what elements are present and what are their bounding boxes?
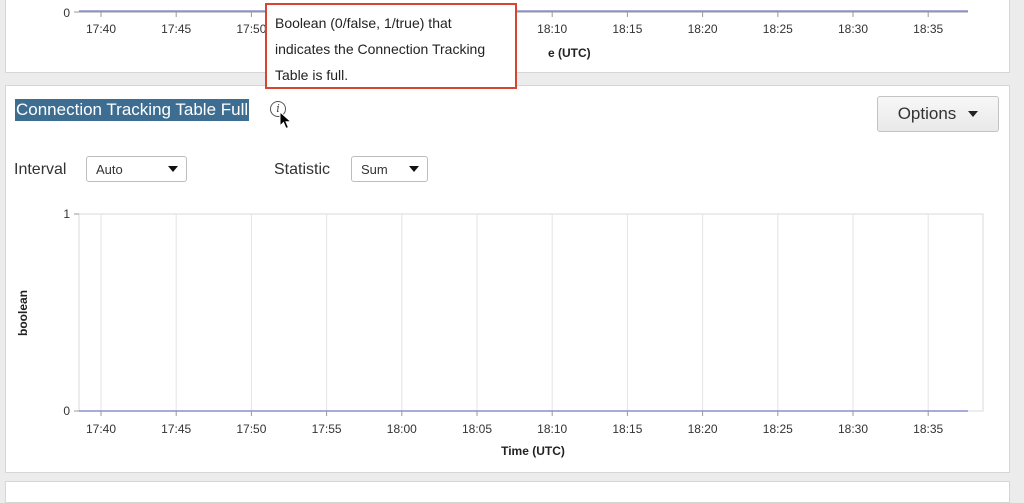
previous-x-tick-label: 18:15 <box>612 22 642 36</box>
previous-x-tick-label: 18:10 <box>537 22 567 36</box>
x-tick-label: 18:25 <box>763 422 793 436</box>
y-tick-label: 0 <box>63 404 70 418</box>
previous-x-tick-label: 18:20 <box>688 22 718 36</box>
previous-x-tick-label: 17:40 <box>86 22 116 36</box>
y-tick-label: 1 <box>63 207 70 221</box>
x-tick-label: 17:55 <box>312 422 342 436</box>
previous-y-tick: 0 <box>63 6 70 20</box>
previous-x-tick-label: 17:45 <box>161 22 191 36</box>
info-tooltip: Boolean (0/false, 1/true) that indicates… <box>265 3 517 89</box>
x-tick-label: 17:45 <box>161 422 191 436</box>
previous-x-tick-label: 18:35 <box>913 22 943 36</box>
next-panel <box>5 481 1010 503</box>
x-tick-label: 18:00 <box>387 422 417 436</box>
y-ticks: 01 <box>63 207 79 418</box>
x-tick-label: 18:30 <box>838 422 868 436</box>
previous-x-axis-title: e (UTC) <box>548 46 591 60</box>
x-ticks: 17:40 17:45 17:50 17:55 18:00 18:05 18:10 18:15… <box>86 411 944 436</box>
x-tick-label: 18:15 <box>612 422 642 436</box>
x-tick-label: 18:20 <box>688 422 718 436</box>
plot-area <box>78 213 984 412</box>
x-tick-label: 18:05 <box>462 422 492 436</box>
connection-tracking-panel: Connection Tracking Table Full i Options… <box>5 85 1010 473</box>
x-tick-label: 17:40 <box>86 422 116 436</box>
previous-x-tick-label: 17:50 <box>236 22 266 36</box>
x-tick-label: 18:35 <box>913 422 943 436</box>
y-axis-title: boolean <box>16 290 30 336</box>
x-tick-label: 18:10 <box>537 422 567 436</box>
tooltip-line-3: Table is full. <box>275 67 349 83</box>
tooltip-line-1: Boolean (0/false, 1/true) that <box>275 15 452 31</box>
previous-x-tick-label: 18:25 <box>763 22 793 36</box>
x-tick-label: 17:50 <box>236 422 266 436</box>
tooltip-line-2: indicates the Connection Tracking <box>275 41 486 57</box>
connection-tracking-chart: 01 17:40 17:45 17:50 17:55 18:00 18:05 18:10 18… <box>16 207 984 458</box>
x-axis-title: Time (UTC) <box>501 444 565 458</box>
previous-x-tick-label: 18:30 <box>838 22 868 36</box>
